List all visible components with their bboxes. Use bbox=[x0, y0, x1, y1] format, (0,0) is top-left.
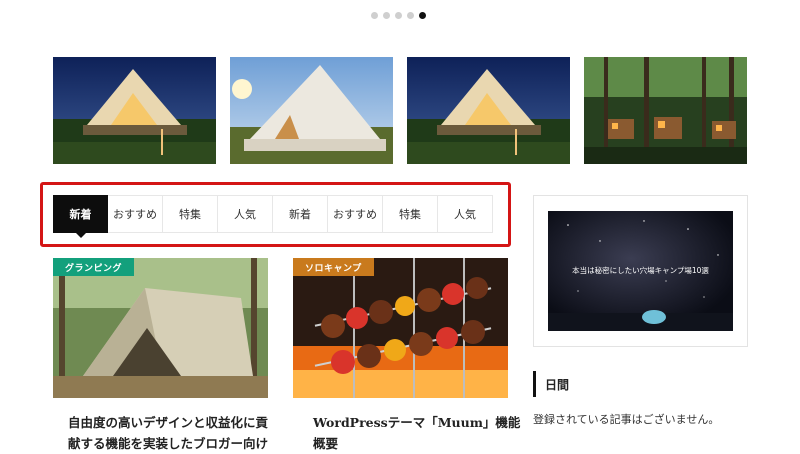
article-card-image-2[interactable]: ソロキャンプ bbox=[293, 258, 508, 398]
carousel-thumbnail-1[interactable] bbox=[53, 57, 216, 164]
category-badge: グランピング bbox=[53, 258, 135, 276]
tab-popular-2[interactable]: 人気 bbox=[438, 195, 493, 233]
sidebar-empty-message: 登録されている記事はございません。 bbox=[533, 413, 720, 426]
sidebar-section-heading: 日間 bbox=[533, 371, 569, 397]
carousel-dot[interactable] bbox=[407, 12, 414, 19]
tab-recommended-2[interactable]: おすすめ bbox=[328, 195, 383, 233]
category-badge: ソロキャンプ bbox=[293, 258, 374, 276]
article-card-image-1[interactable]: グランピング bbox=[53, 258, 268, 398]
carousel-thumbnail-2[interactable] bbox=[230, 57, 393, 164]
carousel-dots bbox=[371, 12, 426, 19]
tab-new-1[interactable]: 新着 bbox=[53, 195, 108, 238]
tab-navigation: 新着 おすすめ 特集 人気 新着 おすすめ 特集 人気 bbox=[53, 195, 493, 238]
tab-recommended-1[interactable]: おすすめ bbox=[108, 195, 163, 233]
carousel-thumbnail-3[interactable] bbox=[407, 57, 570, 164]
carousel-dot[interactable] bbox=[395, 12, 402, 19]
carousel-dot[interactable] bbox=[371, 12, 378, 19]
tab-feature-1[interactable]: 特集 bbox=[163, 195, 218, 233]
tab-feature-2[interactable]: 特集 bbox=[383, 195, 438, 233]
tab-new-2[interactable]: 新着 bbox=[273, 195, 328, 233]
banner-caption: 本当は秘密にしたい穴場キャンプ場10選 bbox=[572, 266, 709, 275]
sidebar-banner[interactable]: 本当は秘密にしたい穴場キャンプ場10選 bbox=[548, 211, 733, 331]
carousel-dot-active[interactable] bbox=[419, 12, 426, 19]
article-title-2[interactable]: WordPressテーマ「Muum」機能概要 bbox=[313, 412, 525, 454]
carousel-dot[interactable] bbox=[383, 12, 390, 19]
tab-popular-1[interactable]: 人気 bbox=[218, 195, 273, 233]
article-title-1[interactable]: 自由度の高いデザインと収益化に貢献する機能を実装したブロガー向け bbox=[68, 412, 280, 454]
carousel-thumbnail-4[interactable] bbox=[584, 57, 747, 164]
